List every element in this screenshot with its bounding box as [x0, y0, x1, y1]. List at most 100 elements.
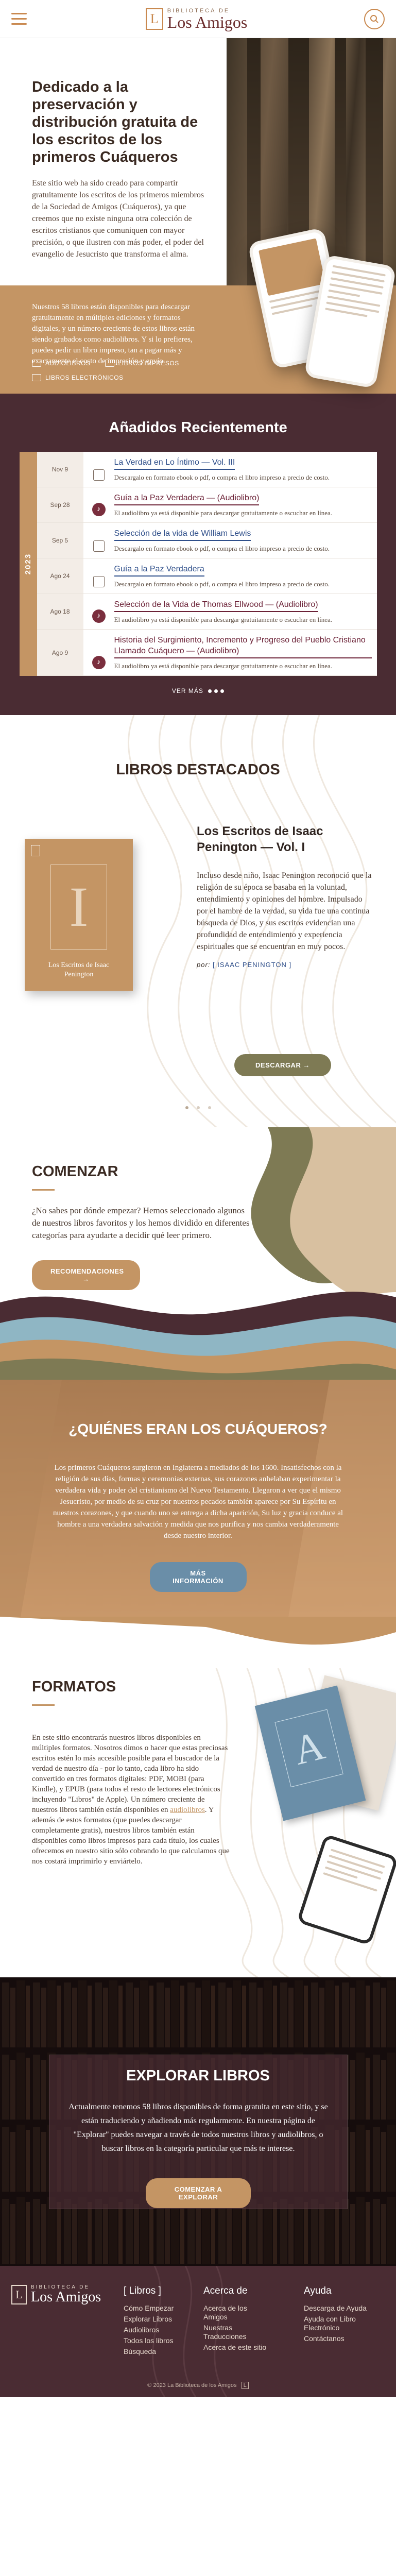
copyright-logo-mark: L	[241, 2382, 249, 2389]
year-text: 2023	[24, 553, 32, 575]
author-label: por:	[197, 961, 211, 969]
recent-item-date: Sep 5	[37, 523, 83, 558]
headphones-icon: ♪	[92, 656, 106, 669]
get-started-section: COMENZAR ¿No sabes por dónde empezar? He…	[0, 1127, 396, 1380]
footer-logo[interactable]: L BIBLIOTECA DE Los Amigos	[11, 2284, 101, 2304]
search-icon	[370, 14, 378, 23]
hero-description: Este sitio web ha sido creado para compa…	[32, 179, 204, 259]
tag-printed[interactable]: LIBROS IMPRESOS	[105, 360, 179, 367]
formats-text: En este sitio encontrarás nuestros libro…	[32, 1733, 230, 1867]
section-title: Añadidos Recientemente	[109, 419, 287, 436]
author-link[interactable]: [ ISAAC PENINGTON ]	[213, 961, 291, 969]
book-icon	[93, 576, 105, 587]
footer-link[interactable]: Audiolibros	[124, 2326, 191, 2334]
hero-title: Dedicado a la preservación y distribució…	[32, 79, 198, 165]
recent-item-title[interactable]: La Verdad en Lo Íntimo — Vol. III	[114, 457, 235, 470]
footer-link[interactable]: Explorar Libros	[124, 2315, 191, 2324]
recent-item-title[interactable]: Historia del Surgimiento, Incremento y P…	[114, 635, 372, 658]
recommendations-button[interactable]: RECOMENDACIONES →	[32, 1260, 140, 1290]
recent-item[interactable]: Sep 5 Selección de la vida de William Lew…	[37, 523, 377, 558]
format-tags: AUDIOLIBROS LIBROS IMPRESOS LIBROS ELECT…	[32, 360, 248, 381]
footer-books-column: [ Libros ] Cómo Empezar Explorar Libros Au…	[124, 2285, 191, 2356]
recent-item-date: Ago 18	[37, 594, 83, 629]
hero-intro: Dedicado a la preservación y distribució…	[0, 38, 227, 285]
more-info-button[interactable]: MÁS INFORMACIÓN	[149, 1562, 247, 1592]
featured-book-info: Los Escritos de Isaac Penington — Vol. I…	[197, 823, 372, 969]
footer-link[interactable]: Contáctanos	[304, 2334, 381, 2343]
recent-item[interactable]: Nov 9 La Verdad en Lo Íntimo — Vol. III De…	[37, 452, 377, 487]
formats-intro-text: Nuestros 58 libros están disponibles par…	[32, 303, 195, 365]
cover-letter: I	[50, 865, 107, 950]
footer-link[interactable]: Descarga de Ayuda	[304, 2304, 381, 2313]
carousel-dot[interactable]	[196, 1106, 200, 1109]
section-title: LIBROS DESTACADOS	[116, 761, 280, 778]
book-icon	[93, 540, 105, 552]
copyright: © 2023 La Biblioteca de los Amigos L	[0, 2382, 396, 2389]
see-more-label: VER MÁS	[171, 687, 203, 694]
recent-item-desc: El audiolibro ya está disponible para de…	[114, 662, 333, 670]
recent-item-title[interactable]: Selección de la vida de William Lewis	[114, 528, 251, 541]
recent-item-date: Sep 28	[37, 487, 83, 522]
footer-link[interactable]: Acerca de los Amigos	[203, 2304, 270, 2321]
title-underline	[32, 1189, 55, 1191]
section-title: FORMATOS	[32, 1679, 116, 1695]
download-button[interactable]: DESCARGAR →	[234, 1054, 331, 1076]
footer-column-title: Acerca de	[203, 2285, 248, 2296]
book-icon	[105, 360, 114, 367]
section-title: COMENZAR	[32, 1163, 118, 1180]
hero-section: Dedicado a la preservación y distribució…	[0, 38, 396, 394]
recent-item-desc: Descargalo en formato ebook o pdf, o com…	[114, 545, 330, 552]
recent-item[interactable]: Ago 18 ♪ Selección de la Vida de Thomas El…	[37, 594, 377, 630]
recent-additions-section: Añadidos Recientemente 2023 Nov 9 La Verd…	[0, 394, 396, 715]
tag-audiobooks[interactable]: AUDIOLIBROS	[32, 360, 91, 367]
footer-logo-main: Los Amigos	[31, 2289, 101, 2305]
footer-link[interactable]: Todos los libros	[124, 2336, 191, 2345]
recent-item[interactable]: Sep 28 ♪ Guía a la Paz Verdadera — (Audiol…	[37, 487, 377, 523]
headphones-icon: ♪	[92, 609, 106, 623]
carousel-dot[interactable]	[208, 1106, 211, 1109]
tag-ebooks[interactable]: LIBROS ELECTRÓNICOS	[32, 374, 124, 381]
tag-label: AUDIOLIBROS	[45, 360, 91, 367]
recent-item-title[interactable]: Guía a la Paz Verdadera — (Audiolibro)	[114, 493, 260, 505]
formats-section: FORMATOS En este sitio encontrarás nuest…	[0, 1617, 396, 1977]
get-started-text: ¿No sabes por dónde empezar? Hemos selec…	[32, 1206, 250, 1240]
search-button[interactable]	[364, 8, 385, 29]
site-logo[interactable]: L BIBLIOTECA DE Los Amigos	[145, 8, 247, 30]
explore-text: Actualmente tenemos 58 libros disponible…	[68, 2103, 328, 2153]
tag-label: LIBROS IMPRESOS	[118, 360, 179, 367]
recent-item-date: Ago 24	[37, 558, 83, 594]
recent-item[interactable]: Ago 9 ♪ Historia del Surgimiento, Incremen…	[37, 630, 377, 676]
recent-item-desc: Descargalo en formato ebook o pdf, o com…	[114, 580, 330, 588]
dots-icon	[205, 687, 225, 694]
see-more-link[interactable]: VER MÁS	[0, 687, 396, 694]
featured-book-cover[interactable]: I Los Escritos de Isaac Penington	[25, 839, 133, 991]
cover-title: Los Escritos de Isaac Penington	[48, 961, 110, 978]
footer-logo-mark: L	[11, 2284, 27, 2304]
footer-link[interactable]: Ayuda con Libro Electrónico	[304, 2315, 381, 2332]
section-title: EXPLORAR LIBROS	[126, 2067, 270, 2084]
carousel-dot[interactable]	[185, 1106, 188, 1109]
recent-item-desc: El audiolibro ya está disponible para de…	[114, 509, 333, 517]
featured-book-description: Incluso desde niño, Isaac Penington reco…	[197, 871, 372, 951]
audiobooks-link[interactable]: audiolibros	[170, 1806, 205, 1814]
carousel-dots	[0, 1103, 396, 1112]
footer-link[interactable]: Nuestras Traducciones	[203, 2324, 270, 2341]
hamburger-menu-icon[interactable]	[11, 10, 29, 28]
footer-column-title: Ayuda	[304, 2285, 332, 2296]
recent-item[interactable]: Ago 24 Guía a la Paz Verdadera Descargalo …	[37, 558, 377, 594]
recent-item-desc: Descargalo en formato ebook o pdf, o com…	[114, 473, 330, 481]
footer-column-title: [ Libros ]	[124, 2285, 161, 2296]
title-underline	[32, 1704, 55, 1706]
quakers-text: Los primeros Cuáqueros surgieron en Ingl…	[53, 1464, 343, 1540]
footer-link[interactable]: Cómo Empezar	[124, 2304, 191, 2313]
footer-link[interactable]: Acerca de este sitio	[203, 2343, 270, 2352]
start-exploring-button[interactable]: COMENZAR A EXPLORAR	[146, 2178, 251, 2208]
logo-mark: L	[145, 8, 163, 30]
recent-item-title[interactable]: Selección de la Vida de Thomas Ellwood —…	[114, 599, 318, 612]
footer-link[interactable]: Búsqueda	[124, 2347, 191, 2356]
site-header: L BIBLIOTECA DE Los Amigos	[0, 0, 396, 38]
recent-item-title[interactable]: Guía a la Paz Verdadera	[114, 564, 204, 577]
site-footer: L BIBLIOTECA DE Los Amigos [ Libros ] Có…	[0, 2266, 396, 2397]
book-letter: A	[274, 1709, 343, 1788]
section-title: ¿QUIÉNES ERAN LOS CUÁQUEROS?	[68, 1421, 328, 1437]
